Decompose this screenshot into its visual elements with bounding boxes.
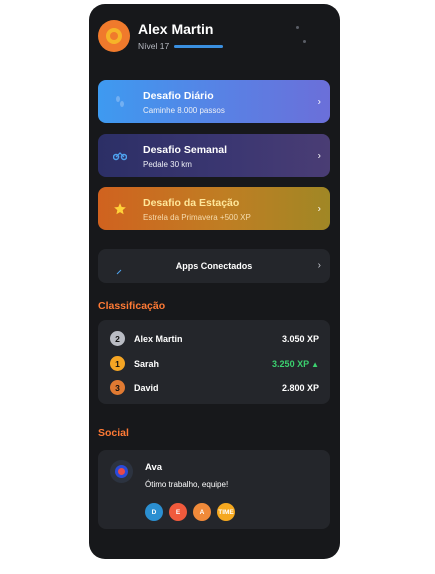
player-name: Alex Martin (134, 334, 183, 344)
reaction-badge[interactable]: E (169, 503, 187, 521)
user-level: Nível 17 (138, 41, 170, 51)
player-xp: 2.800 XP (281, 383, 319, 393)
player-name: David (134, 383, 159, 393)
player-xp-value: 3.250 XP (272, 359, 310, 369)
player-name: Sarah (134, 359, 160, 369)
reaction-list: D E A TIME (145, 503, 235, 521)
reaction-badge[interactable]: TIME (217, 503, 235, 521)
leaderboard-title: Classificação (98, 300, 166, 312)
leaderboard-row[interactable]: 3 David 2.800 XP (98, 378, 330, 398)
card-subtitle: Pedale 30 km (143, 160, 192, 169)
card-subtitle: Caminhe 8.000 passos (143, 106, 225, 115)
post-author-avatar[interactable] (110, 460, 133, 483)
reaction-badge[interactable]: A (193, 503, 211, 521)
chevron-right-icon: › (317, 260, 321, 271)
leaderboard-row[interactable]: 1 Sarah 3.250 XP ▲ (98, 354, 330, 374)
weekly-challenge-card[interactable]: Desafio Semanal Pedale 30 km › (98, 134, 330, 177)
player-xp: 3.250 XP ▲ (272, 359, 319, 369)
footsteps-icon (112, 94, 128, 110)
user-avatar[interactable] (98, 20, 130, 52)
leaderboard-row[interactable]: 2 Alex Martin 3.050 XP (98, 329, 330, 349)
season-challenge-card[interactable]: Desafio da Estação Estrela da Primavera … (98, 187, 330, 230)
phone-screen: Alex Martin Nível 17 Desafio Diário Cami… (89, 4, 340, 559)
avatar-face-icon (106, 28, 122, 44)
social-post-card: Ava Ótimo trabalho, equipe! D E A TIME (98, 450, 330, 529)
rank-badge: 2 (110, 331, 125, 346)
rank-badge: 3 (110, 380, 125, 395)
leaderboard-card: 2 Alex Martin 3.050 XP 1 Sarah 3.250 XP ▲… (98, 320, 330, 404)
avatar-icon (115, 465, 128, 478)
chevron-right-icon: › (317, 150, 321, 161)
chevron-right-icon: › (317, 96, 321, 107)
post-message: Ótimo trabalho, equipe! (145, 480, 229, 489)
rank-badge: 1 (110, 356, 125, 371)
level-progress-fill (174, 45, 223, 48)
card-title: Desafio Diário (143, 90, 214, 102)
social-title: Social (98, 427, 129, 439)
connected-apps-button[interactable]: Apps Conectados › (98, 249, 330, 283)
level-progress-bar (174, 45, 223, 48)
reaction-badge[interactable]: D (145, 503, 163, 521)
chevron-right-icon: › (317, 203, 321, 214)
camera-dot-icon (296, 26, 299, 29)
post-author-name: Ava (145, 462, 163, 473)
player-xp: 3.050 XP (281, 334, 319, 344)
bike-icon (112, 148, 128, 164)
trend-up-icon: ▲ (311, 360, 319, 369)
card-title: Desafio da Estação (143, 197, 240, 209)
sensor-dot-icon (303, 40, 306, 43)
card-title: Desafio Semanal (143, 144, 228, 156)
user-name: Alex Martin (138, 21, 214, 37)
daily-challenge-card[interactable]: Desafio Diário Caminhe 8.000 passos › (98, 80, 330, 123)
star-icon (112, 201, 128, 217)
connected-apps-label: Apps Conectados (175, 261, 253, 271)
card-subtitle: Estrela da Primavera +500 XP (143, 213, 251, 222)
